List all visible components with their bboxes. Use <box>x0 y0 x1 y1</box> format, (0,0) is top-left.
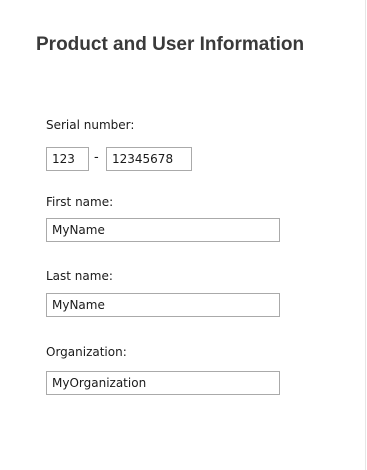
organization-label: Organization: <box>46 345 127 359</box>
serial-number-separator: - <box>94 150 99 165</box>
serial-number-label: Serial number: <box>46 118 135 132</box>
first-name-field[interactable] <box>46 218 280 242</box>
serial-number-main-field[interactable] <box>106 147 192 171</box>
last-name-label: Last name: <box>46 269 113 283</box>
organization-field[interactable] <box>46 371 280 395</box>
first-name-label: First name: <box>46 195 114 209</box>
last-name-field[interactable] <box>46 293 280 317</box>
serial-number-prefix-field[interactable] <box>46 147 89 171</box>
product-user-info-panel: Product and User Information Serial numb… <box>0 0 366 470</box>
page-title: Product and User Information <box>36 34 305 55</box>
